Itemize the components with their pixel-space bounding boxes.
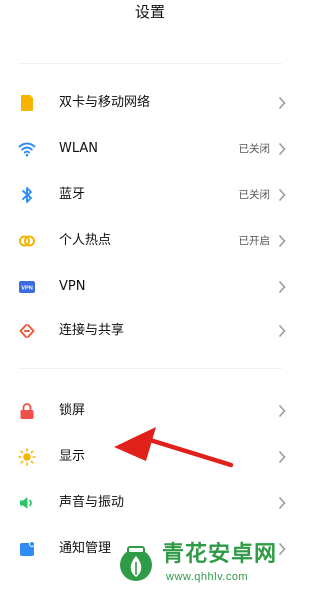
settings-row-wlan[interactable]: WLAN 已关闭: [0, 127, 300, 171]
row-label: 声音与振动: [59, 495, 125, 510]
vpn-icon: VPN: [19, 281, 35, 293]
status-text: 已关闭: [238, 143, 271, 155]
wifi-icon: [18, 142, 36, 157]
settings-row-bluetooth[interactable]: 蓝牙 已关闭: [0, 173, 300, 217]
watermark-title: 青花安卓网: [162, 542, 278, 567]
divider: [18, 63, 282, 64]
notification-icon: [20, 541, 35, 556]
sun-icon: [18, 448, 36, 466]
chevron-right-icon: [278, 404, 286, 418]
watermark-logo-icon: [120, 546, 152, 581]
settings-row-lock-screen[interactable]: 锁屏: [0, 389, 300, 433]
section-divider: [18, 368, 282, 369]
bluetooth-icon: [22, 187, 32, 203]
row-label: 蓝牙: [59, 187, 86, 202]
speaker-icon: [20, 497, 32, 509]
connection-sharing-icon: [19, 324, 35, 338]
chevron-right-icon: [278, 188, 286, 202]
vpn-icon-text: VPN: [21, 286, 33, 292]
settings-row-connection-sharing[interactable]: 连接与共享: [0, 309, 300, 353]
page-title: 设置: [134, 3, 165, 21]
row-label: 双卡与移动网络: [59, 95, 151, 110]
sim-card-icon: [21, 95, 33, 111]
settings-row-dual-sim[interactable]: 双卡与移动网络: [0, 81, 300, 125]
chevron-right-icon: [278, 234, 286, 248]
row-label: 个人热点: [59, 233, 112, 248]
watermark-url: www.qhhlv.com: [166, 571, 249, 583]
row-label: 连接与共享: [59, 323, 125, 338]
lock-icon: [20, 403, 34, 419]
chevron-right-icon: [278, 496, 286, 510]
hotspot-icon: [19, 235, 35, 247]
status-text: 已开启: [238, 235, 271, 247]
row-label: WLAN: [59, 141, 99, 156]
row-label: 锁屏: [59, 403, 86, 418]
chevron-right-icon: [278, 450, 286, 464]
chevron-right-icon: [278, 324, 286, 338]
row-label: 通知管理: [59, 541, 112, 556]
row-label: VPN: [59, 279, 86, 294]
settings-row-hotspot[interactable]: 个人热点 已开启: [0, 219, 300, 263]
settings-row-sound-vibration[interactable]: 声音与振动: [0, 481, 300, 525]
chevron-right-icon: [278, 96, 286, 110]
chevron-right-icon: [278, 280, 286, 294]
settings-row-display[interactable]: 显示: [0, 435, 300, 479]
status-text: 已关闭: [238, 189, 271, 201]
settings-row-vpn[interactable]: VPN VPN: [0, 265, 300, 309]
watermark: 青花安卓网 www.qhhlv.com: [110, 538, 300, 590]
chevron-right-icon: [278, 142, 286, 156]
row-label: 显示: [59, 449, 86, 464]
